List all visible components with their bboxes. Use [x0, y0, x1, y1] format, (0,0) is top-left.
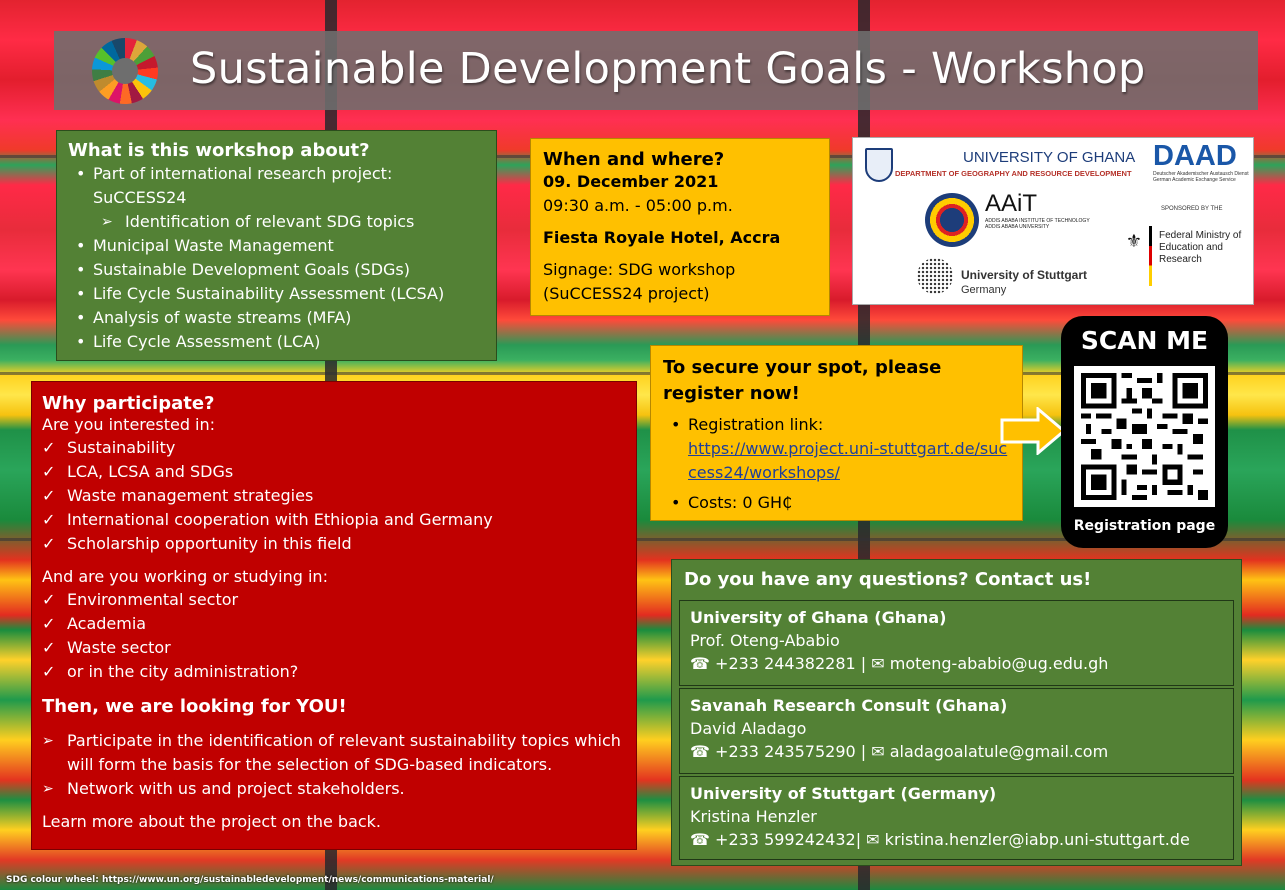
scan-me-panel: SCAN ME Registration page — [1061, 316, 1228, 548]
field-item: Waste sector — [42, 636, 626, 660]
interest-item: Scholarship opportunity in this field — [42, 532, 626, 556]
contact-line: ☎ +233 243575290 | ✉ aladagoalatule@gmai… — [690, 741, 1223, 763]
daad-logo: DAAD — [1153, 140, 1237, 172]
contact-card: University of Ghana (Ghana) Prof. Oteng-… — [679, 600, 1234, 686]
action-item: Participate in the identification of rel… — [42, 729, 626, 777]
about-heading: What is this workshop about? — [68, 140, 370, 161]
contact-email[interactable]: moteng-ababio@ug.edu.gh — [890, 654, 1109, 673]
interest-item: Waste management strategies — [42, 484, 626, 508]
contact-card: University of Stuttgart (Germany) Kristi… — [679, 776, 1234, 860]
phone-icon: ☎ — [690, 830, 710, 849]
contact-org: Savanah Research Consult (Ghana) — [690, 696, 1008, 715]
stuttgart-logo: University of Stuttgart — [961, 268, 1088, 282]
learn-more: Learn more about the project on the back… — [42, 812, 382, 831]
interest-item: LCA, LCSA and SDGs — [42, 460, 626, 484]
register-link-item: Registration link: https://www.project.u… — [663, 413, 1010, 485]
arrow-right-icon — [1000, 407, 1066, 455]
federal-eagle-icon: ⚜ — [1125, 231, 1143, 251]
university-of-ghana-logo: UNIVERSITY OF GHANA — [963, 149, 1136, 166]
field-item: Academia — [42, 612, 626, 636]
interest-item: Sustainability — [42, 436, 626, 460]
event-venue: Fiesta Royale Hotel, Accra — [543, 228, 781, 247]
contact-phone: +233 244382281 — [715, 654, 856, 673]
contact-email[interactable]: aladagoalatule@gmail.com — [890, 742, 1108, 761]
action-item: Network with us and project stakeholders… — [42, 777, 626, 801]
email-icon: ✉ — [871, 742, 885, 761]
interest-item: International cooperation with Ethiopia … — [42, 508, 626, 532]
sponsored-by: SPONSORED BY THE — [1161, 206, 1223, 212]
register-link-label: Registration link: — [688, 415, 824, 434]
field-item: Environmental sector — [42, 588, 626, 612]
event-date: 09. December 2021 — [543, 172, 719, 191]
german-flag-stripe — [1149, 226, 1152, 286]
about-box: What is this workshop about? Part of int… — [56, 130, 497, 361]
stuttgart-logo-icon — [917, 258, 953, 294]
about-item: Analysis of waste streams (MFA) — [68, 306, 484, 330]
contact-box: Do you have any questions? Contact us! U… — [671, 559, 1242, 866]
contact-heading: Do you have any questions? Contact us! — [684, 569, 1092, 590]
daad-subtitle: Deutscher Akademischer Austausch Dienst … — [1153, 171, 1249, 183]
email-icon: ✉ — [871, 654, 885, 673]
contact-card: Savanah Research Consult (Ghana) David A… — [679, 688, 1234, 774]
about-item: Life Cycle Sustainability Assessment (LC… — [68, 282, 484, 306]
why-intro: Are you interested in: — [42, 415, 216, 434]
contact-org: University of Stuttgart (Germany) — [690, 784, 997, 803]
footer-credit: SDG colour wheel: https://www.un.org/sus… — [6, 875, 494, 885]
why-heading: Why participate? — [42, 393, 215, 414]
contact-line: ☎ +233 244382281 | ✉ moteng-ababio@ug.ed… — [690, 653, 1223, 675]
email-icon: ✉ — [866, 830, 880, 849]
about-subitem: Identification of relevant SDG topics — [68, 210, 484, 234]
why-participate-box: Why participate? Are you interested in: … — [31, 381, 637, 850]
contact-separator: | — [855, 742, 872, 761]
contact-separator: | — [855, 830, 867, 849]
ug-department: DEPARTMENT OF GEOGRAPHY AND RESOURCE DEV… — [895, 169, 1132, 178]
aait-subtitle: ADDIS ABABA INSTITUTE OF TECHNOLOGY ADDI… — [985, 218, 1090, 230]
page-title: Sustainable Development Goals - Workshop — [190, 44, 1146, 94]
scan-me-subtitle: Registration page — [1073, 518, 1216, 534]
contact-person: David Aladago — [690, 719, 807, 738]
about-item: Part of international research project: … — [68, 162, 484, 210]
about-item: Life Cycle Assessment (LCA) — [68, 330, 484, 354]
aait-logo: AAiT — [985, 190, 1038, 217]
event-signage: Signage: SDG workshop (SuCCESS24 project… — [543, 260, 736, 303]
register-heading: To secure your spot, please register now… — [663, 357, 942, 404]
register-box: To secure your spot, please register now… — [650, 345, 1023, 521]
contact-person: Kristina Henzler — [690, 807, 817, 826]
when-heading: When and where? — [543, 149, 725, 170]
about-item: Municipal Waste Management — [68, 234, 484, 258]
contact-line: ☎ +233 599242432| ✉ kristina.henzler@iab… — [690, 829, 1223, 851]
field-item: or in the city administration? — [42, 660, 626, 684]
about-item: Sustainable Development Goals (SDGs) — [68, 258, 484, 282]
bmbf-logo: Federal Ministry of Education and Resear… — [1159, 230, 1242, 265]
qr-code-icon[interactable] — [1074, 366, 1215, 507]
event-time: 09:30 a.m. - 05:00 p.m. — [543, 196, 733, 215]
costs-item: Costs: 0 GH₵ — [663, 491, 1010, 515]
contact-phone: +233 243575290 — [715, 742, 856, 761]
phone-icon: ☎ — [690, 742, 710, 761]
contact-phone: +233 599242432 — [715, 830, 856, 849]
why-intro-2: And are you working or studying in: — [42, 567, 328, 586]
stuttgart-country: Germany — [961, 284, 1007, 296]
registration-link[interactable]: https://www.project.uni-stuttgart.de/suc… — [688, 439, 1007, 482]
university-of-ghana-crest-icon — [865, 148, 893, 182]
contact-person: Prof. Oteng-Ababio — [690, 631, 840, 650]
partner-logos: UNIVERSITY OF GHANA DEPARTMENT OF GEOGRA… — [852, 137, 1254, 305]
looking-heading: Then, we are looking for YOU! — [42, 696, 347, 717]
scan-me-title: SCAN ME — [1080, 326, 1209, 355]
contact-org: University of Ghana (Ghana) — [690, 608, 947, 627]
phone-icon: ☎ — [690, 654, 710, 673]
contact-email[interactable]: kristina.henzler@iabp.uni-stuttgart.de — [885, 830, 1190, 849]
aait-seal-icon — [925, 193, 979, 247]
when-where-box: When and where? 09. December 2021 09:30 … — [530, 138, 830, 316]
sdg-wheel-icon — [92, 38, 158, 104]
contact-separator: | — [855, 654, 872, 673]
